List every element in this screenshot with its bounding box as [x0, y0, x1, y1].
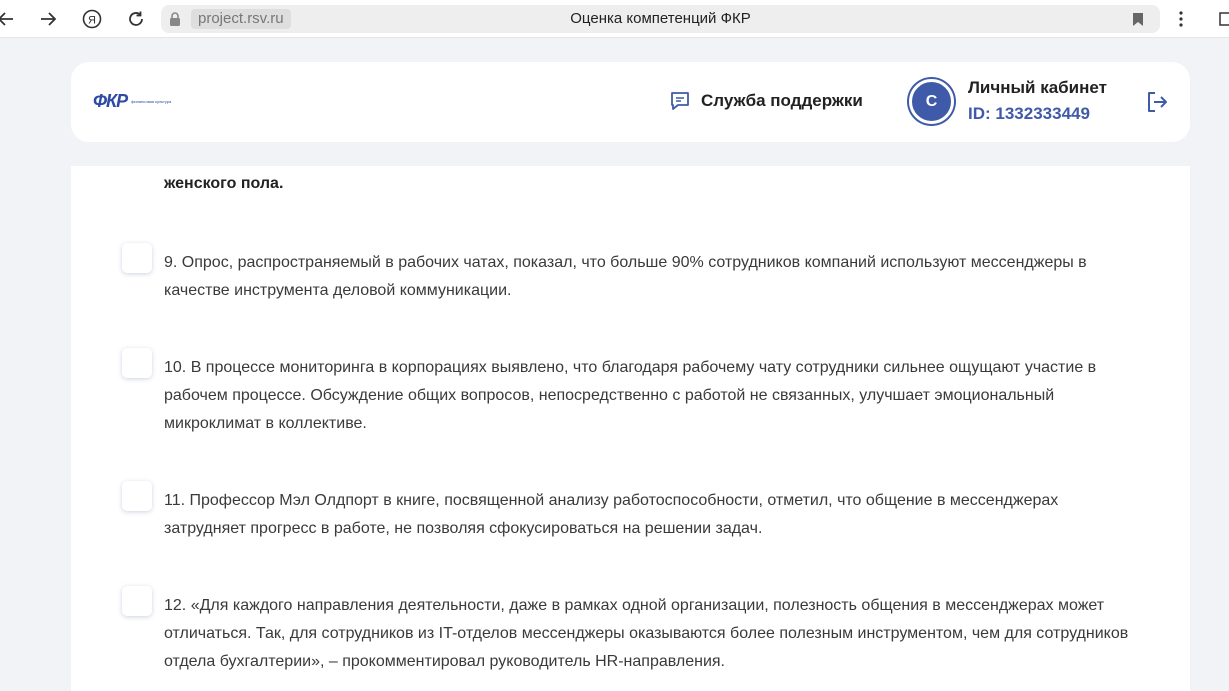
question-card: женского пола. 9. Опрос, распространяемы… — [71, 166, 1190, 691]
statement-text: 9. Опрос, распространяемый в рабочих чат… — [164, 254, 1087, 299]
answer-checkbox[interactable] — [122, 243, 152, 273]
statement-text: 10. В процессе мониторинга в корпорациях… — [164, 359, 1097, 432]
answer-checkbox[interactable] — [122, 481, 152, 511]
address-bar[interactable]: project.rsv.ru Оценка компетенций ФКР — [161, 5, 1160, 33]
bookmark-icon[interactable] — [1132, 12, 1144, 26]
answer-checkbox[interactable] — [122, 348, 152, 378]
site-header: ФКР финансовая культура Служба поддержки… — [71, 62, 1190, 142]
answer-checkbox[interactable] — [122, 586, 152, 616]
svg-text:Я: Я — [88, 15, 96, 27]
back-arrow-icon[interactable] — [0, 7, 18, 31]
kebab-menu-icon[interactable] — [1169, 7, 1193, 31]
cabinet-link[interactable]: Личный кабинет — [968, 78, 1107, 98]
extension-icon[interactable] — [1213, 7, 1229, 31]
browser-toolbar: Я project.rsv.ru Оценка компетенций ФКР — [0, 0, 1229, 38]
reload-icon[interactable] — [124, 7, 148, 31]
avatar[interactable]: С — [909, 79, 954, 124]
logo-mark: ФКР — [93, 91, 128, 111]
support-label: Служба поддержки — [701, 91, 863, 110]
statement-text: 11. Профессор Мэл Олдпорт в книге, посвя… — [164, 492, 1059, 537]
page: ФКР финансовая культура Служба поддержки… — [0, 39, 1229, 691]
logo[interactable]: ФКР финансовая культура — [93, 91, 179, 112]
logo-subtitle: финансовая культура — [131, 99, 172, 104]
chat-icon — [671, 92, 689, 110]
user-id: ID: 1332333449 — [968, 104, 1090, 123]
statement-text: 12. «Для каждого направления деятельност… — [164, 597, 1129, 670]
previous-item-tail: женского пола. — [164, 175, 284, 192]
forward-arrow-icon[interactable] — [36, 7, 60, 31]
logout-icon[interactable] — [1145, 90, 1169, 114]
yandex-icon[interactable]: Я — [80, 7, 104, 31]
page-title: Оценка компетенций ФКР — [570, 10, 751, 27]
support-button[interactable]: Служба поддержки — [669, 90, 863, 112]
